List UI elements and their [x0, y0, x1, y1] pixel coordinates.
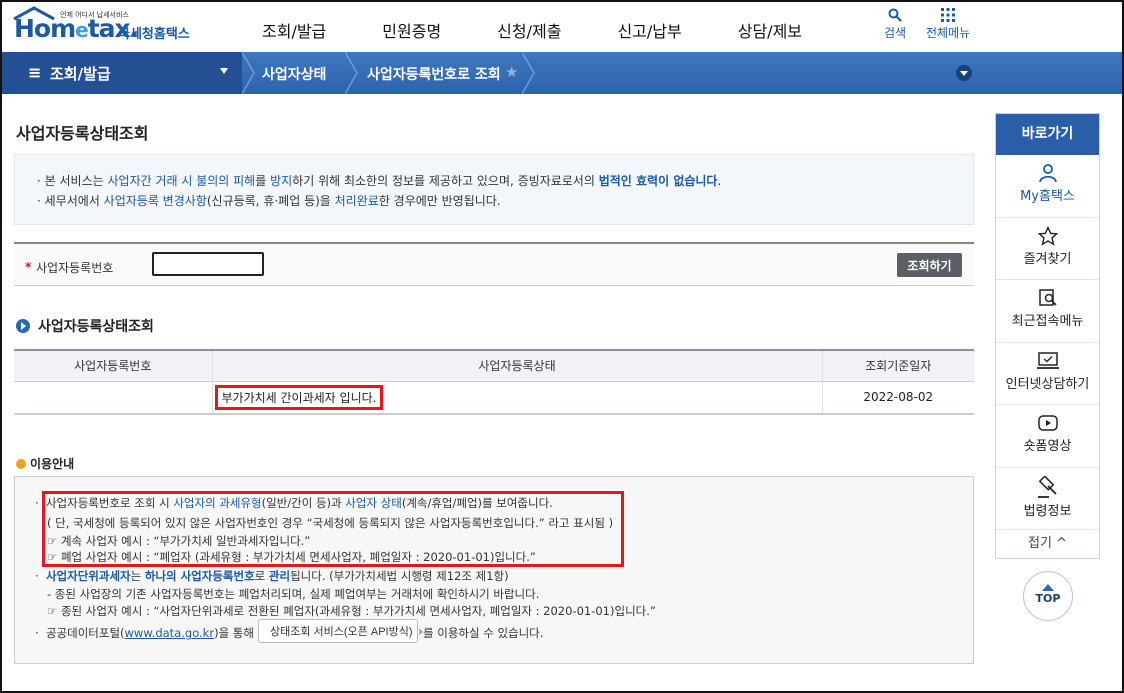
quick-item-favorites[interactable]: 즐겨찾기 [996, 218, 1099, 280]
guide-bullet-3-tail: 를 이용하실 수 있습니다. [423, 626, 544, 640]
quick-item-law-info[interactable]: 법령정보 [996, 468, 1099, 530]
gnb-item-lookup[interactable]: 조회/발급 [262, 18, 326, 42]
result-table: 사업자등록번호 사업자등록상태 조회기준일자 부가가치세 간이과세자 입니다. … [14, 349, 974, 415]
top-label: TOP [1035, 592, 1061, 605]
gavel-icon [1037, 475, 1057, 498]
breadcrumb-separator-icon [345, 52, 358, 94]
data-portal-link[interactable]: www.data.go.kr [125, 626, 215, 640]
logo-korean-name: 국세청홈택스 [118, 27, 190, 42]
quick-item-recent-menu[interactable]: 최근접속메뉴 [996, 280, 1099, 343]
monitor-chat-icon [1036, 351, 1059, 369]
guide-line-sub-example: ☞ 종된 사업자 예시 : “사업자단위과세로 전환된 폐업자(과세유형 : 부… [47, 604, 656, 618]
guide-bullet-2: · 사업자단위과세자는 하나의 사업자등록번호로 관리됩니다. (부가가치세법 … [35, 569, 509, 583]
favorite-star-icon[interactable]: ★ [505, 63, 518, 81]
breadcrumb-business-status[interactable]: 사업자상태 [262, 64, 326, 84]
result-section-title: 사업자등록상태조회 [16, 316, 154, 336]
nav-expand-icon[interactable] [956, 65, 972, 81]
business-number-label: 사업자등록번호 [36, 261, 114, 275]
top-header: 언제 어디서 납세서비스 Hometax. 국세청홈택스 조회/발급 민원증명 … [2, 2, 1122, 52]
notice-line-1: · 본 서비스는 사업자간 거래 시 불의의 피해를 방지하기 위해 최소한의 … [37, 174, 722, 188]
cell-business-status: 부가가치세 간이과세자 입니다. [211, 381, 822, 415]
nav-category-label: 조회/발급 [50, 65, 111, 83]
usage-guide-box: · 사업자등록번호로 조회 시 사업자의 과세유형(일반/간이 등)과 사업자 … [14, 476, 974, 664]
guide-bullet-3: · 공공데이터포털(www.data.go.kr)을 통해 [35, 626, 254, 640]
cell-business-number [14, 381, 212, 415]
usage-guide-title: 이용안내 [16, 455, 74, 472]
guide-line-active-example: ☞ 계속 사업자 예시 : “부가가치세 일반과세자입니다.” [47, 534, 311, 548]
all-menu-button[interactable]: 전체메뉴 [926, 8, 970, 41]
quick-item-online-consult[interactable]: 인터넷상담하기 [996, 343, 1099, 405]
breadcrumb-separator-icon [522, 52, 535, 94]
quick-fold-button[interactable]: 접기 ^ [996, 530, 1099, 557]
quick-item-my-hometax[interactable]: My홈택스 [996, 155, 1099, 218]
quick-links-title: 바로가기 [996, 114, 1099, 155]
guide-line-unregistered: ( 단, 국세청에 등록되어 있지 않은 사업자번호인 경우 “국세청에 등록되… [47, 516, 614, 530]
guide-line-sub-business: - 종된 사업장의 기존 사업자등록번호는 폐업처리되며, 실제 폐업여부는 거… [47, 587, 540, 601]
page-title: 사업자등록상태조회 [16, 124, 149, 143]
section-arrow-icon [16, 319, 30, 333]
guide-line-closed-example: ☞ 폐업 사업자 예시 : “폐업자 (과세유형 : 부가가치세 면세사업자, … [47, 550, 536, 564]
star-icon [1037, 225, 1058, 246]
breadcrumb-lookup-by-number[interactable]: 사업자등록번호로 조회 [367, 64, 501, 84]
search-button[interactable]: 검색 [884, 8, 906, 41]
breadcrumb-separator-icon [242, 52, 255, 94]
user-icon [1038, 164, 1057, 183]
table-header-row: 사업자등록번호 사업자등록상태 조회기준일자 [14, 349, 974, 382]
search-icon [888, 8, 902, 22]
lookup-button[interactable]: 조회하기 [897, 253, 962, 277]
play-video-icon [1037, 415, 1058, 431]
notice-line-2: · 세무서에서 사업자등록 변경사항(신규등록, 휴·폐업 등)을 처리완료한 … [37, 194, 501, 208]
col-business-number: 사업자등록번호 [14, 349, 212, 382]
open-api-service-button[interactable]: 상태조회 서비스(오픈 API방식) › [258, 619, 422, 643]
gnb-item-consult[interactable]: 상담/제보 [738, 18, 802, 42]
recent-search-icon [1038, 289, 1057, 306]
col-query-date: 조회기준일자 [821, 349, 974, 382]
gnb-item-certificate[interactable]: 민원증명 [382, 18, 441, 42]
quick-links-panel: 바로가기 My홈택스 즐겨찾기 최근접속메뉴 인터넷상담하기 숏폼영상 법령정보… [995, 113, 1100, 559]
all-menu-label: 전체메뉴 [926, 26, 971, 40]
required-mark: * [25, 260, 32, 274]
guide-bullet-1: · 사업자등록번호로 조회 시 사업자의 과세유형(일반/간이 등)과 사업자 … [35, 496, 553, 510]
search-label: 검색 [884, 26, 907, 40]
search-form: * 사업자등록번호 조회하기 [14, 242, 974, 286]
dropdown-arrow-icon [220, 68, 228, 74]
gnb-item-apply[interactable]: 신청/제출 [497, 18, 561, 42]
location-bar: ≡ 조회/발급 사업자상태 사업자등록번호로 조회 ★ [2, 52, 1122, 94]
nav-category-dropdown[interactable]: ≡ 조회/발급 [2, 52, 242, 94]
cell-query-date: 2022-08-02 [821, 381, 974, 415]
gnb-item-report-pay[interactable]: 신고/납부 [617, 18, 681, 42]
service-notice-box: · 본 서비스는 사업자간 거래 시 불의의 피해를 방지하기 위해 최소한의 … [14, 154, 974, 225]
arrow-up-icon [1042, 584, 1054, 591]
status-result-highlight: 부가가치세 간이과세자 입니다. [214, 384, 384, 410]
business-number-input[interactable] [152, 252, 264, 276]
global-nav: 조회/발급 민원증명 신청/제출 신고/납부 상담/제보 [262, 18, 858, 42]
col-business-status: 사업자등록상태 [211, 349, 822, 382]
scroll-top-button[interactable]: TOP [1023, 571, 1073, 621]
hamburger-icon: ≡ [28, 63, 42, 82]
guide-bullet-icon [16, 459, 26, 469]
quick-item-short-video[interactable]: 숏폼영상 [996, 405, 1099, 468]
chevron-right-icon: › [418, 626, 423, 638]
grid-menu-icon [941, 8, 956, 22]
table-row: 부가가치세 간이과세자 입니다. 2022-08-02 [14, 381, 974, 415]
